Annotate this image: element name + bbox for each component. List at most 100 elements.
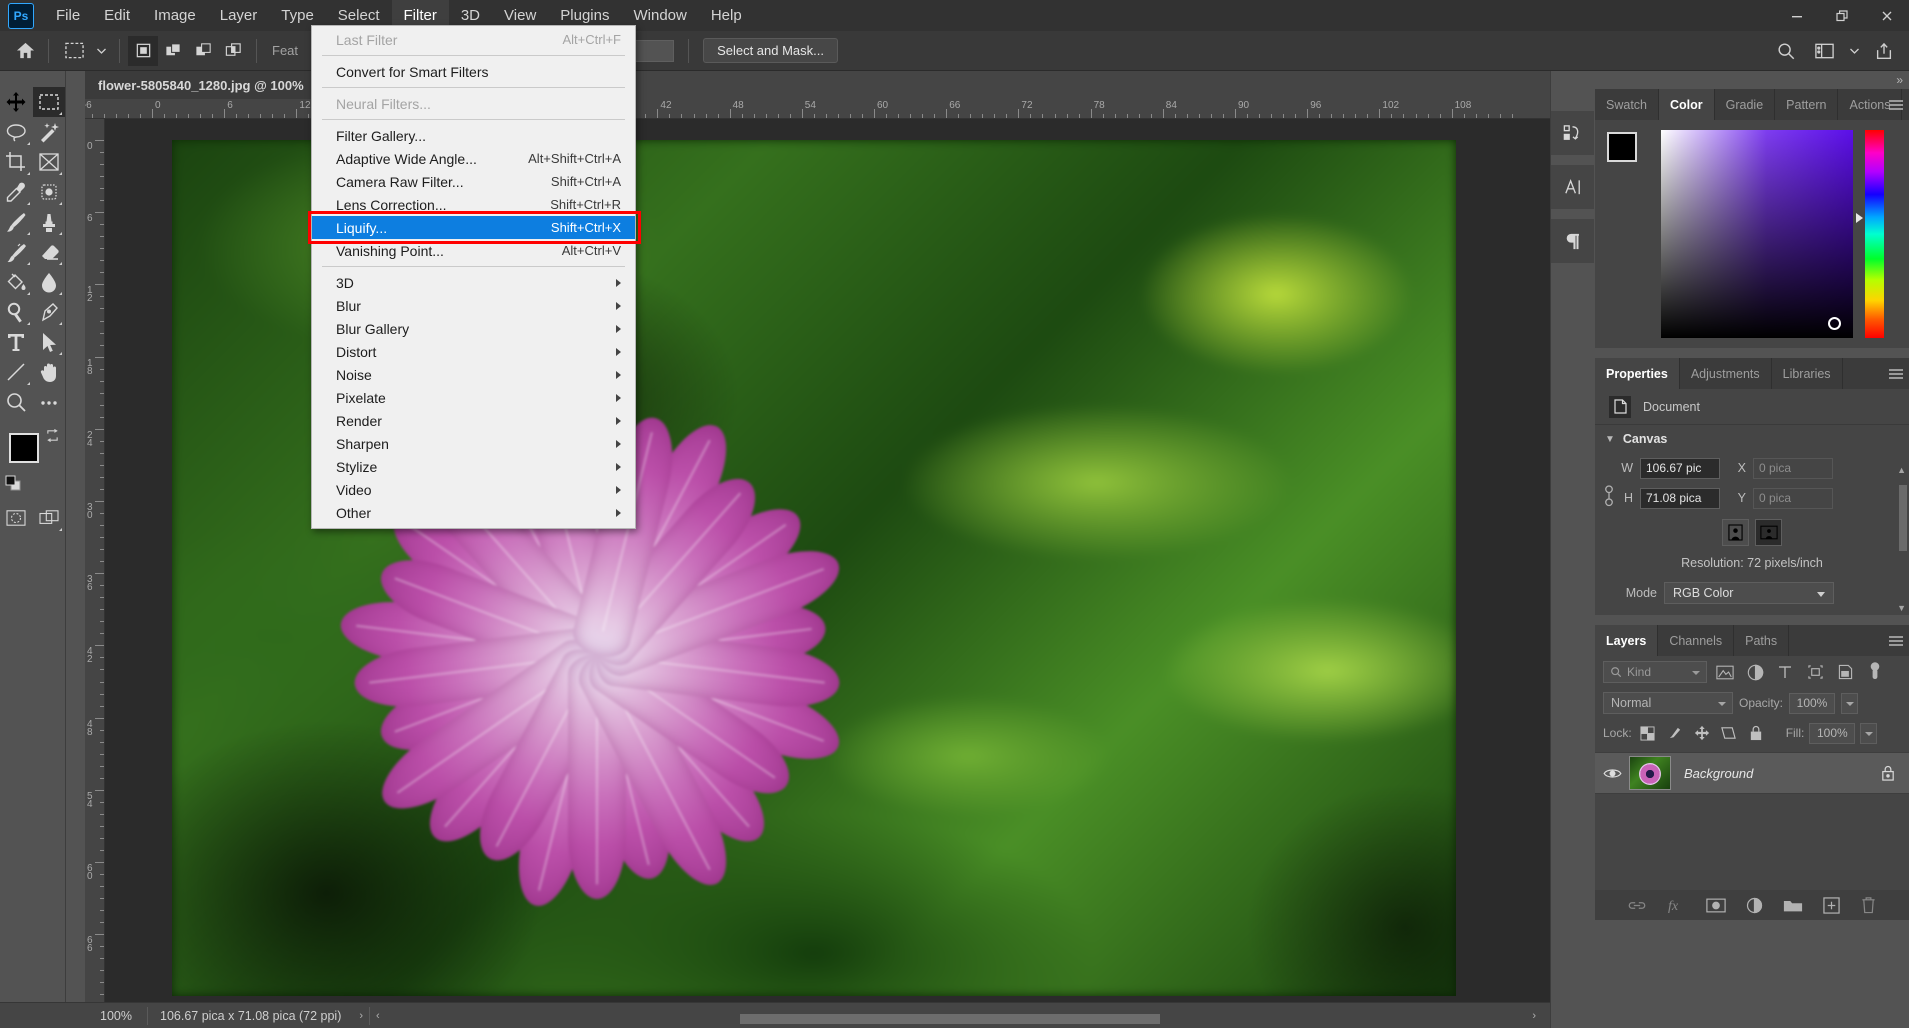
- adjustment-layer-icon[interactable]: [1746, 897, 1763, 914]
- menu-help[interactable]: Help: [699, 0, 754, 31]
- tab-adjustments[interactable]: Adjustments: [1679, 358, 1772, 389]
- scroll-up-icon[interactable]: ▲: [1897, 465, 1906, 475]
- quick-mask-icon[interactable]: [0, 503, 33, 533]
- menu-item-other[interactable]: Other: [312, 501, 635, 524]
- minimize-icon[interactable]: [1774, 0, 1819, 31]
- menu-image[interactable]: Image: [142, 0, 208, 31]
- scroll-down-icon[interactable]: ▼: [1897, 603, 1906, 613]
- menu-item-liquify[interactable]: Liquify... Shift+Ctrl+X: [308, 211, 641, 244]
- spot-healing-brush-icon[interactable]: [33, 177, 66, 207]
- color-panel-menu-icon[interactable]: [1883, 89, 1909, 120]
- screen-mode-icon[interactable]: [33, 503, 66, 533]
- lock-all-icon[interactable]: [1745, 722, 1767, 744]
- filter-smart-object-icon[interactable]: [1833, 661, 1857, 683]
- menu-file[interactable]: File: [44, 0, 92, 31]
- menu-layer[interactable]: Layer: [208, 0, 270, 31]
- canvas-height-input[interactable]: 71.08 pica: [1640, 487, 1720, 509]
- tab-libraries[interactable]: Libraries: [1771, 358, 1843, 389]
- history-icon[interactable]: [1551, 111, 1594, 155]
- tools-panel-grip[interactable]: [0, 77, 65, 87]
- foreground-color-swatch[interactable]: [9, 433, 39, 463]
- subtract-from-selection-icon[interactable]: [188, 36, 218, 66]
- layer-style-fx-icon[interactable]: fx: [1667, 897, 1686, 914]
- canvas-horizontal-scrollbar[interactable]: [740, 1014, 1160, 1024]
- portrait-orientation-icon[interactable]: [1722, 519, 1749, 546]
- lock-artboard-icon[interactable]: [1718, 722, 1740, 744]
- menu-edit[interactable]: Edit: [92, 0, 142, 31]
- properties-scrollbar[interactable]: [1899, 463, 1907, 615]
- canvas-y-input[interactable]: 0 pica: [1753, 487, 1833, 509]
- table-row[interactable]: Background: [1595, 752, 1909, 794]
- pen-icon[interactable]: [33, 297, 66, 327]
- swap-colors-icon[interactable]: [45, 429, 60, 442]
- layer-thumbnail[interactable]: [1629, 756, 1671, 790]
- filter-shape-icon[interactable]: [1803, 661, 1827, 683]
- fill-chevron-down-icon[interactable]: [1860, 722, 1878, 744]
- document-tab[interactable]: flower-5805840_1280.jpg @ 100%: [85, 71, 318, 99]
- fill-input[interactable]: 100%: [1809, 722, 1856, 744]
- menu-item-camera-raw-filter[interactable]: Camera Raw Filter... Shift+Ctrl+A: [312, 170, 635, 193]
- layer-filter-kind-select[interactable]: Kind: [1603, 661, 1707, 683]
- menu-item-video[interactable]: Video: [312, 478, 635, 501]
- menu-item-noise[interactable]: Noise: [312, 363, 635, 386]
- filter-toggle-icon[interactable]: [1863, 661, 1887, 683]
- layer-mask-icon[interactable]: [1706, 898, 1726, 913]
- canvas-width-input[interactable]: 106.67 pic: [1640, 457, 1720, 479]
- new-layer-icon[interactable]: [1823, 896, 1840, 914]
- menu-item-vanishing-point[interactable]: Vanishing Point... Alt+Ctrl+V: [312, 239, 635, 262]
- type-icon[interactable]: [0, 327, 33, 357]
- color-panel-foreground-swatch[interactable]: [1607, 132, 1637, 162]
- layer-name[interactable]: Background: [1684, 766, 1881, 781]
- menu-item-pixelate[interactable]: Pixelate: [312, 386, 635, 409]
- menu-item-blur[interactable]: Blur: [312, 294, 635, 317]
- filter-type-icon[interactable]: [1773, 661, 1797, 683]
- menu-item-render[interactable]: Render: [312, 409, 635, 432]
- home-icon[interactable]: [10, 37, 40, 65]
- properties-scrollbar-thumb[interactable]: [1899, 485, 1907, 551]
- history-brush-icon[interactable]: [0, 237, 33, 267]
- layer-visibility-eye-icon[interactable]: [1595, 767, 1629, 780]
- intersect-selection-icon[interactable]: [218, 36, 248, 66]
- opacity-input[interactable]: 100%: [1789, 692, 1836, 714]
- menu-item-distort[interactable]: Distort: [312, 340, 635, 363]
- rail-grip-character[interactable]: [1551, 157, 1594, 165]
- status-nav-chevron-right-icon[interactable]: ›: [1526, 1010, 1542, 1022]
- color-mode-select[interactable]: RGB Color: [1664, 582, 1834, 604]
- line-icon[interactable]: [0, 357, 33, 387]
- select-and-mask-button[interactable]: Select and Mask...: [703, 38, 839, 63]
- close-icon[interactable]: [1864, 0, 1909, 31]
- tab-channels[interactable]: Channels: [1658, 625, 1735, 656]
- zoom-icon[interactable]: [0, 387, 33, 417]
- link-dimensions-icon[interactable]: [1601, 483, 1617, 509]
- magic-wand-icon[interactable]: [33, 117, 66, 147]
- paint-bucket-icon[interactable]: [0, 267, 33, 297]
- tool-preset-chevron-down-icon[interactable]: [91, 37, 111, 65]
- opacity-chevron-down-icon[interactable]: [1841, 692, 1859, 714]
- properties-panel-menu-icon[interactable]: [1883, 358, 1909, 389]
- path-selection-icon[interactable]: [33, 327, 66, 357]
- hand-icon[interactable]: [33, 357, 66, 387]
- chevron-down-icon[interactable]: ▼: [1605, 434, 1615, 445]
- move-icon[interactable]: [0, 87, 33, 117]
- eyedropper-icon[interactable]: [0, 177, 33, 207]
- link-layers-icon[interactable]: [1627, 899, 1647, 912]
- delete-layer-icon[interactable]: [1860, 896, 1877, 914]
- menu-item-3d[interactable]: 3D: [312, 271, 635, 294]
- canvas-x-input[interactable]: 0 pica: [1753, 457, 1833, 479]
- menu-item-blur-gallery[interactable]: Blur Gallery: [312, 317, 635, 340]
- tab-paths[interactable]: Paths: [1734, 625, 1790, 656]
- status-nav-chevron-left-icon[interactable]: ‹: [370, 1010, 386, 1022]
- paragraph-icon[interactable]: [1551, 219, 1594, 263]
- eraser-icon[interactable]: [33, 237, 66, 267]
- color-spectrum-field[interactable]: [1661, 130, 1853, 338]
- tab-pattern[interactable]: Pattern: [1775, 89, 1839, 120]
- rail-grip-history[interactable]: [1551, 103, 1594, 111]
- status-expand-chevron-right-icon[interactable]: ›: [353, 1010, 369, 1022]
- filter-adjustment-icon[interactable]: [1743, 661, 1767, 683]
- restore-icon[interactable]: [1819, 0, 1864, 31]
- lock-image-icon[interactable]: [1664, 722, 1686, 744]
- tab-properties[interactable]: Properties: [1595, 358, 1680, 389]
- layers-panel-menu-icon[interactable]: [1883, 625, 1909, 656]
- brush-icon[interactable]: [0, 207, 33, 237]
- workspace-icon[interactable]: [1805, 37, 1843, 65]
